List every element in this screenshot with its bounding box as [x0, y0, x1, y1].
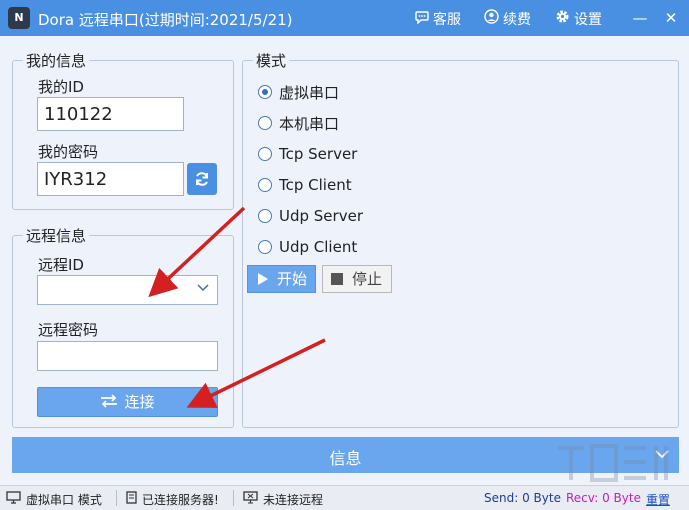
my-password-field[interactable] — [37, 162, 184, 196]
refresh-password-button[interactable] — [187, 163, 217, 195]
monitor-icon — [6, 491, 21, 507]
remote-screen-icon — [243, 491, 258, 507]
server-icon — [126, 491, 137, 507]
remote-id-label: 远程ID — [38, 256, 84, 274]
mode-option-tcp-client[interactable]: Tcp Client — [258, 173, 352, 197]
reset-link[interactable]: 重置 — [646, 491, 670, 508]
my-password-label: 我的密码 — [38, 143, 99, 161]
my-id-field[interactable] — [37, 97, 184, 131]
mode-option-udp-client[interactable]: Udp Client — [258, 235, 357, 259]
status-divider — [116, 490, 117, 506]
start-label: 开始 — [277, 270, 308, 288]
remote-id-combobox[interactable] — [37, 275, 218, 305]
status-bar: 虚拟串口 模式 已连接服务器! 未连接远程 Send: 0 Byte Recv:… — [0, 485, 689, 510]
settings-button[interactable]: 设置 — [555, 9, 602, 29]
app-logo-icon: N — [8, 7, 30, 29]
stop-button[interactable]: 停止 — [322, 265, 392, 293]
mode-option-udp-server[interactable]: Udp Server — [258, 204, 363, 228]
mode-option-label: Udp Client — [279, 238, 358, 256]
remote-password-label: 远程密码 — [38, 321, 99, 339]
status-remote-text: 未连接远程 — [263, 493, 324, 507]
mode-option-virtual-serial[interactable]: 虚拟串口 — [258, 80, 339, 104]
mode-option-label: 虚拟串口 — [279, 83, 340, 102]
user-circle-icon — [484, 9, 499, 28]
mode-option-label: Tcp Server — [279, 145, 358, 163]
mode-option-label: 本机串口 — [279, 114, 340, 133]
service-button[interactable]: 客服 — [414, 9, 461, 29]
start-button[interactable]: 开始 — [247, 265, 316, 293]
status-server-text: 已连接服务器! — [142, 493, 219, 507]
remote-info-title: 远程信息 — [23, 225, 90, 246]
mode-option-local-serial[interactable]: 本机串口 — [258, 111, 339, 135]
mode-title: 模式 — [253, 50, 290, 71]
chat-bubble-icon — [414, 11, 429, 28]
minimize-button[interactable]: — — [628, 6, 652, 30]
mode-option-tcp-server[interactable]: Tcp Server — [258, 142, 357, 166]
close-button[interactable]: ✕ — [659, 6, 683, 30]
service-label: 客服 — [433, 12, 461, 28]
window-title: Dora 远程串口(过期时间:2021/5/21) — [38, 11, 293, 29]
connect-label: 连接 — [124, 393, 155, 411]
radio-button[interactable] — [258, 209, 272, 223]
settings-label: 设置 — [574, 12, 602, 28]
radio-button[interactable] — [258, 178, 272, 192]
swap-arrows-icon — [100, 389, 118, 417]
mode-option-label: Tcp Client — [279, 176, 352, 194]
status-divider — [233, 490, 234, 506]
radio-button[interactable] — [258, 85, 272, 99]
status-remote: 未连接远程 — [243, 491, 323, 508]
my-info-title: 我的信息 — [23, 50, 90, 71]
stop-label: 停止 — [352, 270, 383, 288]
status-server: 已连接服务器! — [126, 491, 219, 508]
gear-icon — [555, 9, 570, 28]
my-id-label: 我的ID — [38, 78, 84, 96]
chevron-down-icon[interactable] — [197, 280, 209, 296]
renew-label: 续费 — [503, 12, 531, 28]
stop-icon — [331, 273, 343, 285]
title-bar: N Dora 远程串口(过期时间:2021/5/21) 客服 续费 设置 — ✕ — [0, 0, 689, 36]
refresh-icon — [193, 172, 211, 193]
radio-button[interactable] — [258, 147, 272, 161]
watermark-logo — [558, 444, 668, 482]
connect-button[interactable]: 连接 — [37, 387, 218, 417]
radio-button[interactable] — [258, 116, 272, 130]
mode-option-label: Udp Server — [279, 207, 363, 225]
status-mode: 虚拟串口 模式 — [6, 491, 102, 508]
remote-password-field[interactable] — [37, 341, 218, 371]
recv-counter: Recv: 0 Byte — [566, 491, 641, 505]
radio-button[interactable] — [258, 240, 272, 254]
status-mode-text: 虚拟串口 模式 — [26, 493, 102, 507]
send-counter: Send: 0 Byte — [484, 491, 561, 505]
play-icon — [257, 266, 269, 295]
renew-button[interactable]: 续费 — [484, 9, 531, 29]
